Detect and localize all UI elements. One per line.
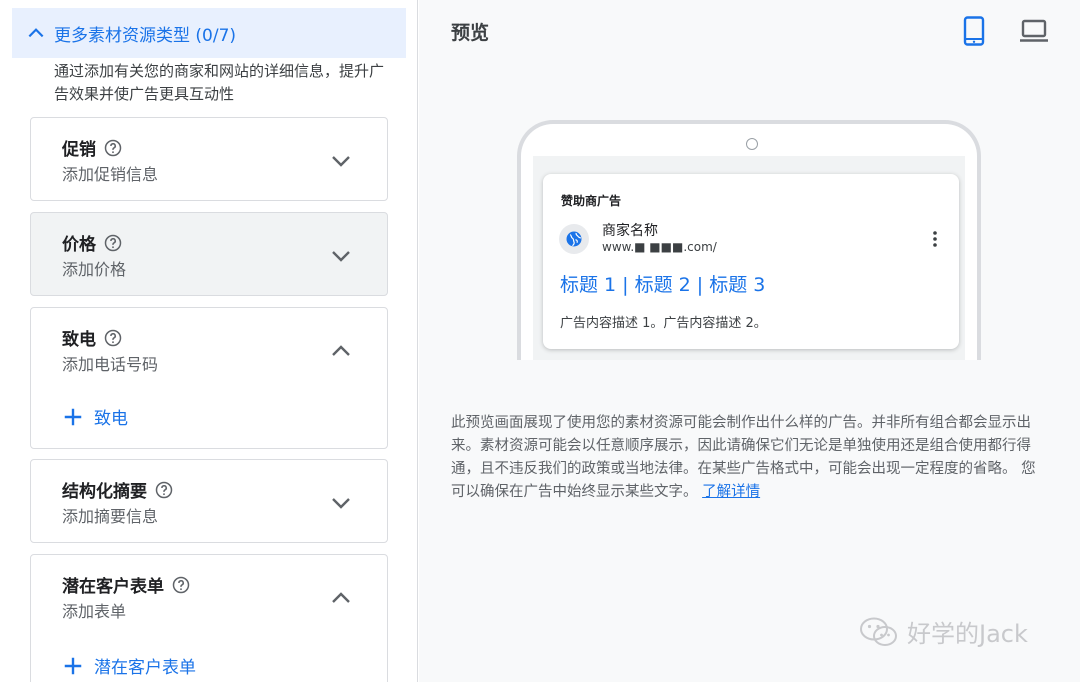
- chevron-up-icon[interactable]: [329, 339, 353, 363]
- more-vert-icon[interactable]: [927, 230, 943, 248]
- chevron-up-icon: [28, 28, 44, 38]
- chevron-down-icon[interactable]: [329, 491, 353, 515]
- asset-card-structured-snippet-header[interactable]: 结构化摘要 添加摘要信息: [31, 460, 387, 544]
- sponsored-label: 赞助商广告: [561, 194, 622, 208]
- wechat-icon: [860, 617, 897, 646]
- asset-card-subtitle: 添加电话号码: [62, 355, 159, 374]
- laptop-icon: [1020, 19, 1048, 42]
- smartphone-icon: [963, 16, 985, 46]
- watermark: 好学的Jack: [859, 614, 1028, 649]
- asset-card-subtitle: 添加价格: [62, 260, 127, 279]
- asset-card-price: 价格 添加价格: [30, 212, 388, 296]
- asset-card-subtitle: 添加表单: [62, 602, 127, 621]
- phone-mockup: 赞助商广告 商家名称 www.■ ■■■.com/ 标题 1 | 标题 2 | …: [517, 120, 981, 360]
- business-name: 商家名称: [602, 223, 658, 239]
- asset-card-label: 价格: [62, 235, 96, 255]
- asset-card-promotion-header[interactable]: 促销 添加促销信息: [31, 118, 387, 202]
- ad-headline[interactable]: 标题 1 | 标题 2 | 标题 3: [560, 270, 765, 297]
- asset-card-subtitle: 添加促销信息: [62, 165, 159, 184]
- section-description: 通过添加有关您的商家和网站的详细信息，提升广告效果并使广告更具互动性: [54, 62, 385, 103]
- chevron-down-icon[interactable]: [329, 149, 353, 173]
- asset-card-call-header[interactable]: 致电 添加电话号码: [31, 308, 387, 392]
- left-panel: 更多素材资源类型 (0/7) 通过添加有关您的商家和网站的详细信息，提升广告效果…: [0, 0, 418, 682]
- asset-card-promotion: 促销 添加促销信息: [30, 117, 388, 201]
- help-icon[interactable]: [104, 329, 122, 347]
- preview-disclaimer: 此预览画面展现了使用您的素材资源可能会制作出什么样的广告。并非所有组合都会显示出…: [451, 412, 1041, 504]
- add-lead-form-label: 潜在客户表单: [94, 658, 196, 678]
- asset-card-price-header[interactable]: 价格 添加价格: [31, 213, 387, 297]
- asset-card-structured-snippet: 结构化摘要 添加摘要信息: [30, 459, 388, 543]
- preview-title: 预览: [451, 22, 490, 44]
- watermark-text: 好学的Jack: [907, 620, 1028, 648]
- mobile-preview-button[interactable]: [957, 14, 991, 48]
- asset-card-label: 结构化摘要: [62, 482, 147, 502]
- camera-icon: [746, 138, 758, 150]
- add-call-button[interactable]: 致电: [62, 404, 128, 429]
- globe-icon: [559, 224, 589, 254]
- asset-card-label: 致电: [62, 330, 96, 350]
- preview-panel: 预览 赞助商广告 商家名称 www.■ ■■■.com/ 标题 1 | 标题 2…: [419, 0, 1080, 682]
- learn-more-link[interactable]: 了解详情: [702, 484, 760, 500]
- asset-card-label: 潜在客户表单: [62, 577, 164, 597]
- help-icon[interactable]: [104, 139, 122, 157]
- plus-icon: [64, 657, 82, 674]
- desktop-preview-button[interactable]: [1017, 14, 1051, 48]
- add-lead-form-button[interactable]: 潜在客户表单: [62, 653, 196, 678]
- ad-description: 广告内容描述 1。广告内容描述 2。: [560, 316, 767, 331]
- ad-preview-card[interactable]: 赞助商广告 商家名称 www.■ ■■■.com/ 标题 1 | 标题 2 | …: [543, 174, 959, 349]
- help-icon[interactable]: [155, 481, 173, 499]
- more-asset-types-toggle[interactable]: 更多素材资源类型 (0/7): [12, 8, 406, 58]
- help-icon[interactable]: [104, 234, 122, 252]
- asset-card-call: 致电 添加电话号码 致电: [30, 307, 388, 449]
- asset-card-lead-form-header[interactable]: 潜在客户表单 添加表单: [31, 555, 387, 639]
- chevron-down-icon[interactable]: [329, 244, 353, 268]
- plus-icon: [64, 408, 82, 425]
- help-icon[interactable]: [172, 576, 190, 594]
- asset-card-subtitle: 添加摘要信息: [62, 507, 159, 526]
- add-call-label: 致电: [94, 409, 128, 429]
- asset-card-lead-form: 潜在客户表单 添加表单 潜在客户表单: [30, 554, 388, 682]
- asset-card-label: 促销: [62, 140, 96, 160]
- section-title: 更多素材资源类型 (0/7): [54, 25, 237, 46]
- display-url: www.■ ■■■.com/: [602, 240, 717, 254]
- chevron-up-icon[interactable]: [329, 586, 353, 610]
